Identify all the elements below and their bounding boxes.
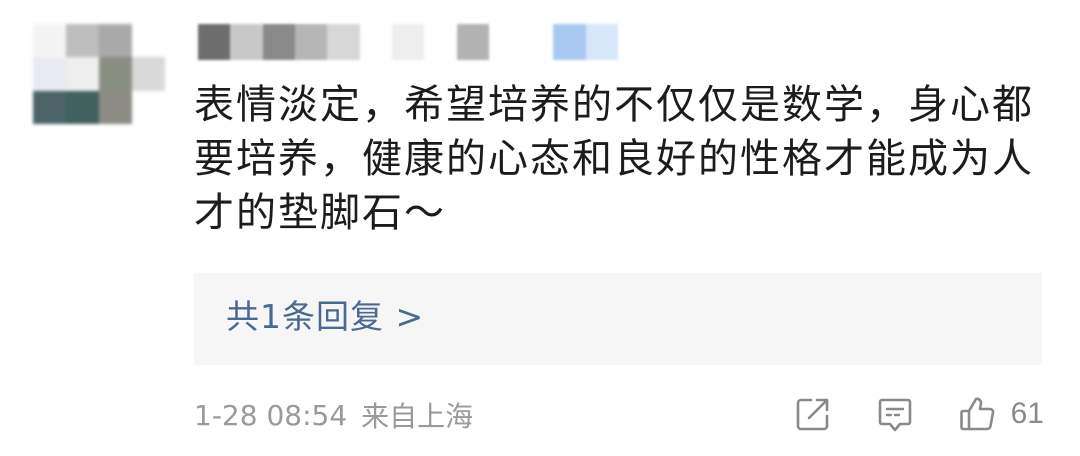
username-blurred[interactable] — [198, 24, 619, 60]
view-replies-button[interactable]: 共1条回复 > — [194, 273, 1042, 365]
like-count: 61 — [1010, 397, 1044, 430]
thumbs-up-icon — [959, 397, 994, 431]
like-button[interactable]: 61 — [957, 394, 1044, 434]
avatar-blurred[interactable] — [33, 24, 165, 124]
view-replies-label: 共1条回复 > — [226, 297, 425, 336]
comment-location: 来自上海 — [361, 400, 474, 433]
comment-body-text: 表情淡定，希望培养的不仅仅是数学，身心都 要培养，健康的心态和良好的性格才能成为… — [194, 82, 1034, 236]
share-out-icon[interactable] — [793, 394, 833, 434]
comment-meta: 1-28 08:54 来自上海 — [194, 393, 473, 437]
comment-actions: 61 — [793, 386, 1044, 442]
comment-date: 1-28 08:54 — [194, 398, 348, 432]
comment-bubble-icon[interactable] — [875, 394, 915, 434]
